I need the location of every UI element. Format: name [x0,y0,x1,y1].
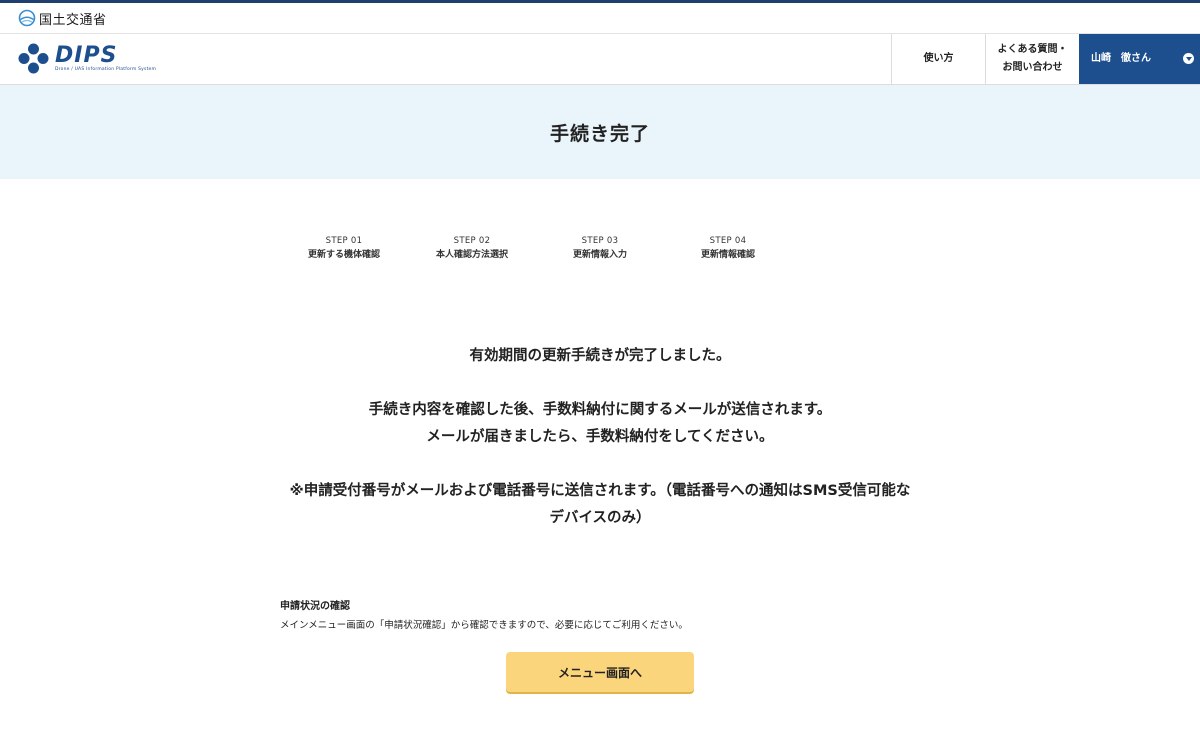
step-5-active: STEP 05 手続き完了 [790,229,920,266]
message-line-3: メールが届きましたら、手数料納付をしてください。 [426,429,774,445]
dips-logo-mark [18,43,49,74]
completion-message: 有効期間の更新手続きが完了しました。 手続き内容を確認した後、手数料納付に関する… [260,343,940,532]
step-2: STEP 02 本人確認方法選択 [408,229,536,266]
message-line-1: 有効期間の更新手続きが完了しました。 [469,348,731,364]
status-heading: 申請状況の確認 [280,601,350,612]
step-3-number: STEP 03 [581,235,619,246]
step-4: STEP 04 更新情報確認 [664,229,792,266]
step-3-label: 更新情報入力 [572,249,627,260]
page-title: 手続き完了 [549,122,650,145]
dips-logo-word: DIPS [55,42,118,68]
message-line-4: ※申請受付番号がメールおよび電話番号に送信されます。（電話番号への通知はSMS受… [289,483,911,499]
dips-logo-subtitle: Drone / UAS Information Platform System [55,66,157,72]
nav-faq[interactable]: よくある質問・ お問い合わせ [985,34,1079,84]
mlit-logo-icon [18,9,36,27]
step-1-number: STEP 01 [325,235,363,246]
step-5-label: 手続き完了 [832,249,878,260]
nav-howto-label: 使い方 [923,53,954,64]
step-4-number: STEP 04 [709,235,747,246]
nav-faq-label-1: よくある質問・ [997,44,1068,55]
message-line-5: デバイスのみ） [549,510,651,526]
status-check-section: 申請状況の確認 メインメニュー画面の「申請状況確認」から確認できますので、必要に… [280,600,920,633]
ministry-name: 国土交通省 [39,12,107,28]
message-line-2: 手続き内容を確認した後、手数料納付に関するメールが送信されます。 [368,402,832,418]
dips-logo[interactable]: DIPS Drone / UAS Information Platform Sy… [18,43,156,74]
user-name: 山崎 徹さん [1091,53,1151,64]
ministry-bar: 国土交通省 [0,3,1200,34]
site-header: DIPS Drone / UAS Information Platform Sy… [0,34,1200,85]
nav-faq-label-2: お問い合わせ [1002,62,1063,73]
nav-howto[interactable]: 使い方 [891,34,985,84]
step-3: STEP 03 更新情報入力 [536,229,664,266]
header-nav: 使い方 よくある質問・ お問い合わせ 山崎 徹さん [891,34,1200,84]
step-1: STEP 01 更新する機体確認 [280,229,408,266]
status-text: メインメニュー画面の「申請状況確認」から確認できますので、必要に応じてご利用くだ… [280,620,688,631]
step-2-number: STEP 02 [453,235,491,246]
chevron-down-icon [1183,53,1194,64]
menu-screen-button[interactable]: メニュー画面へ [506,652,694,692]
page-title-banner: 手続き完了 [0,85,1200,179]
step-4-label: 更新情報確認 [700,249,755,260]
step-5-number: STEP 05 [836,235,874,246]
step-indicator: STEP 01 更新する機体確認 STEP 02 本人確認方法選択 STEP 03 更… [280,229,920,266]
step-1-label: 更新する機体確認 [307,249,380,260]
step-2-label: 本人確認方法選択 [435,249,508,260]
user-menu[interactable]: 山崎 徹さん [1079,34,1200,84]
